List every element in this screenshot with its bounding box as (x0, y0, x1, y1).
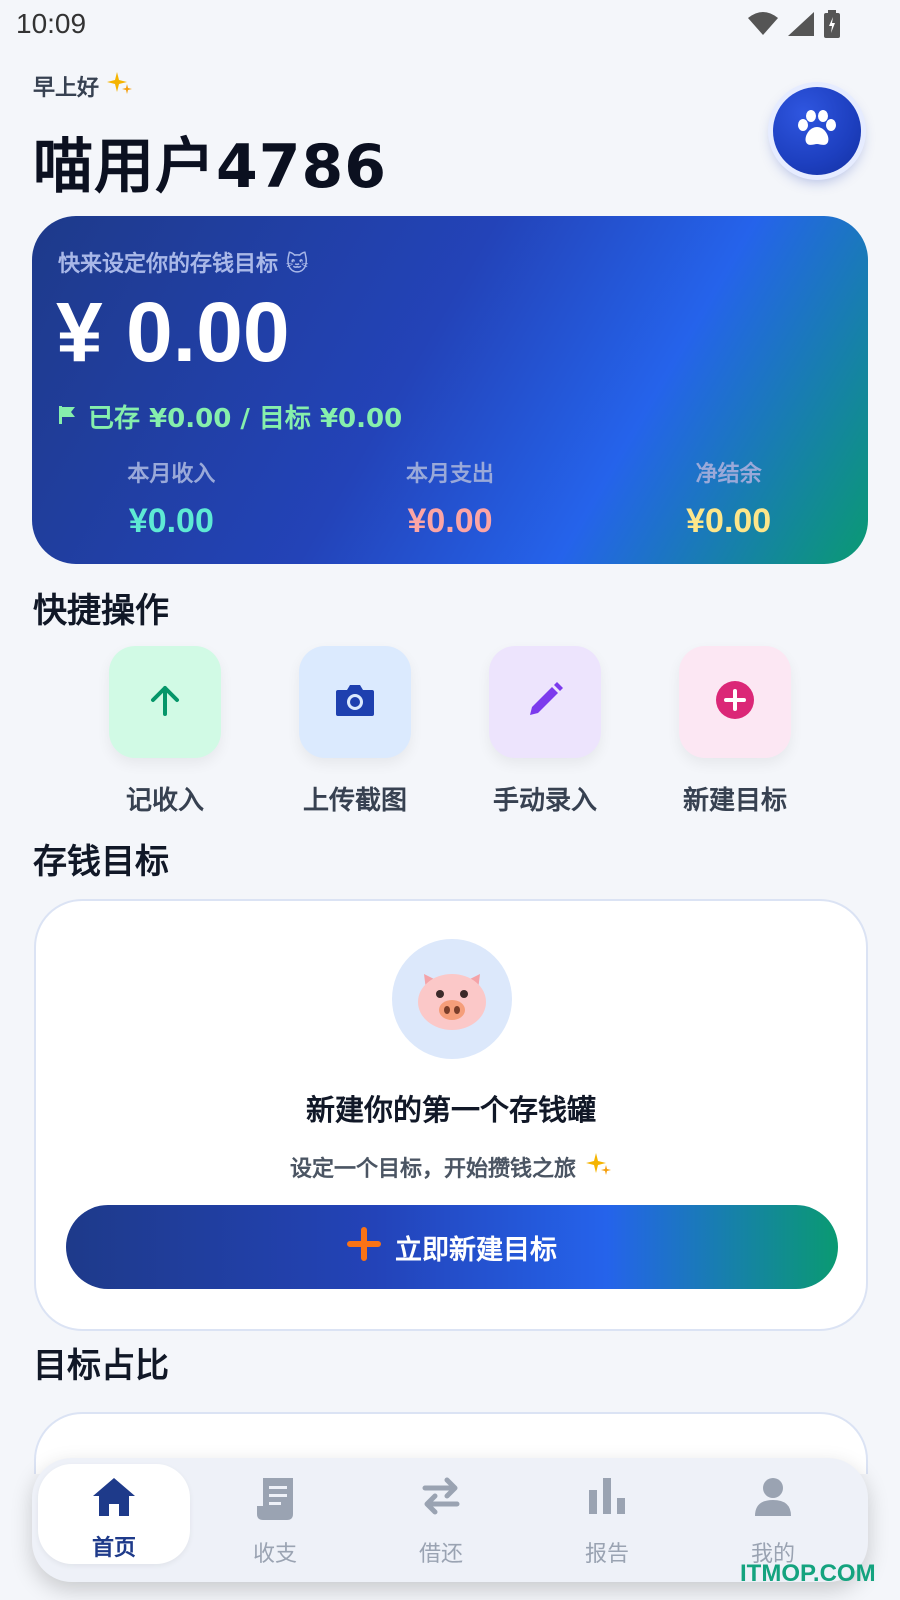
nav-label: 借还 (418, 1542, 463, 1567)
plus-circle-icon (715, 680, 755, 724)
avatar-button[interactable] (773, 87, 861, 175)
action-tile[interactable] (489, 646, 601, 758)
pencil-icon (526, 681, 564, 723)
action-manual-entry[interactable]: 手动录入 (465, 646, 625, 817)
arrow-up-icon (147, 682, 183, 722)
battery-icon (824, 10, 840, 42)
total-saved-amount: ¥ 0.00 (56, 285, 290, 379)
person-icon (753, 1476, 793, 1522)
quick-actions-title: 快捷操作 (33, 591, 169, 631)
status-bar: 10:09 (0, 0, 900, 50)
swap-icon (419, 1476, 463, 1520)
pig-icon (392, 939, 512, 1059)
action-upload-screenshot[interactable]: 上传截图 (275, 646, 435, 817)
signal-icon (788, 12, 814, 40)
watermark: ITMOP.COM (740, 1560, 876, 1587)
status-icons (748, 10, 840, 42)
nav-label: 首页 (91, 1536, 136, 1561)
empty-goal-subtitle: 设定一个目标，开始攒钱之旅 (36, 1151, 866, 1183)
nav-home[interactable]: 首页 (38, 1464, 190, 1564)
savings-summary-card[interactable]: 快来设定你的存钱目标 🐱 ¥ 0.00 已存 ¥0.00 / 目标 ¥0.00 … (32, 216, 868, 564)
create-goal-button-label: 立即新建目标 (395, 1234, 557, 1265)
nav-label: 报告 (584, 1542, 629, 1567)
action-record-income[interactable]: 记收入 (85, 646, 245, 817)
empty-goal-subtitle-text: 设定一个目标，开始攒钱之旅 (289, 1157, 576, 1182)
action-label: 上传截图 (302, 786, 407, 816)
stat-label: 净结余 (695, 462, 762, 487)
nav-borrow[interactable]: 借还 (366, 1458, 516, 1582)
sparkle-icon (107, 70, 133, 102)
bar-chart-icon (587, 1476, 627, 1520)
stat-value: ¥0.00 (128, 502, 214, 540)
sparkle-icon (586, 1151, 612, 1183)
savings-goals-title: 存钱目标 (33, 842, 169, 882)
status-time: 10:09 (16, 8, 87, 39)
stat-income: 本月收入 ¥0.00 (32, 456, 311, 541)
action-new-goal[interactable]: 新建目标 (655, 646, 815, 817)
goal-ratio-title: 目标占比 (33, 1346, 169, 1386)
goal-prompt: 快来设定你的存钱目标 🐱 (58, 252, 309, 277)
receipt-icon (255, 1476, 295, 1526)
flag-icon (58, 402, 76, 432)
stat-label: 本月收入 (127, 462, 216, 487)
action-label: 手动录入 (492, 786, 597, 816)
username: 喵用户4786 (33, 132, 387, 202)
wifi-icon (748, 12, 778, 40)
action-label: 新建目标 (682, 786, 787, 816)
paw-icon (795, 109, 839, 153)
camera-icon (334, 682, 376, 722)
quick-actions: 记收入 上传截图 手动录入 新建目标 (0, 646, 900, 816)
action-label: 记收入 (125, 786, 204, 816)
nav-label: 收支 (252, 1542, 297, 1567)
nav-reports[interactable]: 报告 (532, 1458, 682, 1582)
empty-goal-title: 新建你的第一个存钱罐 (305, 1093, 596, 1127)
plus-icon (347, 1226, 381, 1268)
stat-expense: 本月支出 ¥0.00 (311, 456, 590, 541)
create-goal-button[interactable]: 立即新建目标 (66, 1205, 838, 1289)
greeting-text: 早上好 (33, 76, 100, 101)
stat-value: ¥0.00 (686, 502, 772, 540)
monthly-stats: 本月收入 ¥0.00 本月支出 ¥0.00 净结余 ¥0.00 (32, 456, 868, 541)
goal-progress: 已存 ¥0.00 / 目标 ¥0.00 (58, 398, 402, 435)
home-icon (91, 1476, 137, 1522)
savings-goal-empty-card: 新建你的第一个存钱罐 设定一个目标，开始攒钱之旅 立即新建目标 (34, 899, 868, 1331)
action-tile[interactable] (299, 646, 411, 758)
action-tile[interactable] (679, 646, 791, 758)
greeting: 早上好 (33, 70, 133, 102)
goal-progress-text: 已存 ¥0.00 / 目标 ¥0.00 (88, 404, 403, 434)
stat-value: ¥0.00 (407, 502, 493, 540)
nav-transactions[interactable]: 收支 (200, 1458, 350, 1582)
stat-balance: 净结余 ¥0.00 (589, 456, 868, 541)
action-tile[interactable] (109, 646, 221, 758)
stat-label: 本月支出 (406, 462, 495, 487)
